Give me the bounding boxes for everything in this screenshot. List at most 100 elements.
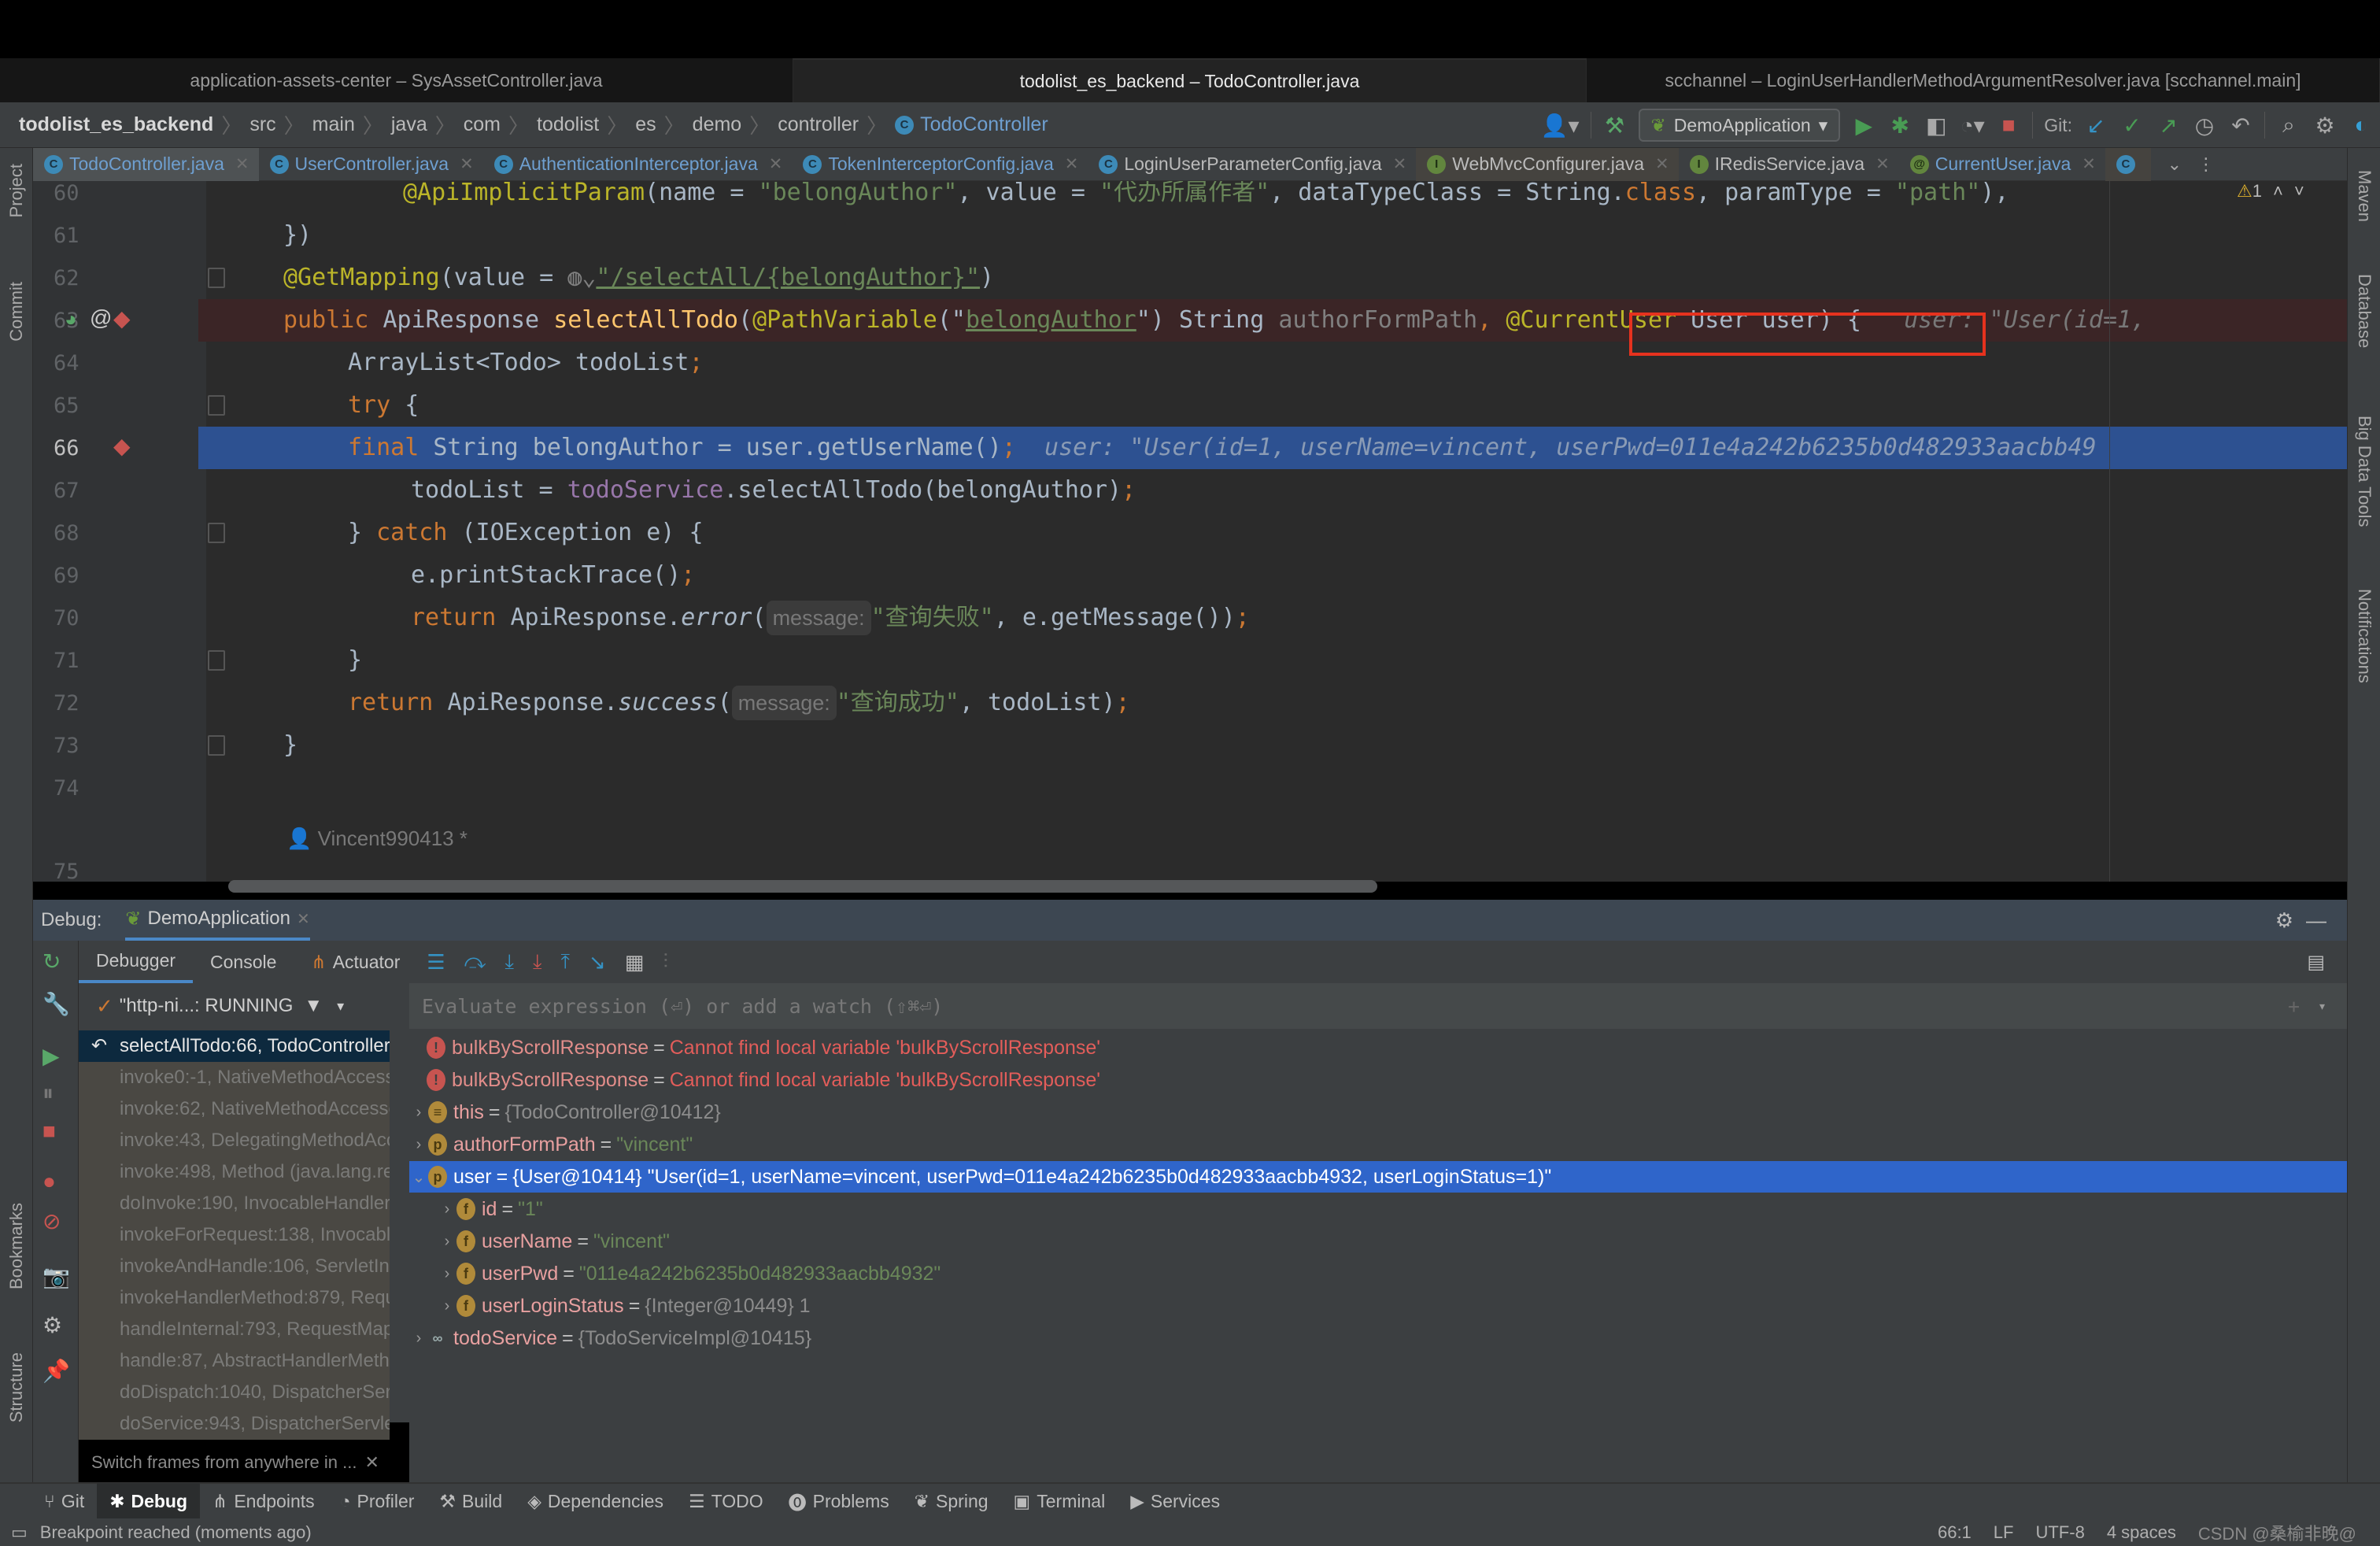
fold-marker[interactable] (208, 268, 225, 288)
editor-horizontal-scrollbar[interactable] (228, 880, 1377, 893)
fold-marker[interactable] (208, 650, 225, 671)
gear-icon[interactable]: ⚙ (2312, 113, 2338, 139)
step-over-icon[interactable]: ⤼ (464, 949, 486, 975)
expand-icon[interactable]: › (409, 1330, 428, 1348)
add-watch-icon[interactable]: + (2288, 995, 2300, 1018)
tool-tab-services[interactable]: ▶ Services (1118, 1483, 1232, 1519)
tool-maven[interactable]: Maven (2354, 170, 2374, 222)
git-push-icon[interactable]: ↗ (2156, 113, 2181, 139)
history-icon[interactable]: ◷ (2192, 113, 2217, 139)
tool-big-data-tools[interactable]: Big Data Tools (2354, 416, 2374, 527)
breakpoint-icon[interactable]: ◆ (113, 433, 131, 459)
chevron-down-icon[interactable]: ▾ (2318, 998, 2326, 1015)
coverage-icon[interactable]: ◧ (1924, 113, 1949, 139)
expand-icon[interactable]: › (409, 1136, 428, 1154)
rerun-icon[interactable]: ↻ (42, 949, 61, 975)
tab-console[interactable]: Console (193, 941, 294, 983)
tool-tab-endpoints[interactable]: ⋔ Endpoints (200, 1483, 327, 1519)
breadcrumb-es[interactable]: es (635, 113, 656, 136)
editor-tab[interactable]: @ CurrentUser.java ✕ (1899, 148, 2105, 181)
trace-icon[interactable]: ⫶ (663, 949, 668, 975)
close-icon[interactable]: ✕ (364, 1452, 379, 1473)
user-icon[interactable]: 👤▾ (1541, 113, 1580, 139)
variable-row[interactable]: ⌄ p user = {User@10414} "User(id=1, userName… (409, 1161, 2347, 1193)
editor-tab[interactable]: C UserController.java ✕ (259, 148, 483, 181)
frame-item[interactable]: invokeAndHandle:106, ServletInvocableHan… (79, 1251, 390, 1282)
gear-icon[interactable]: ⚙ (2275, 908, 2293, 933)
tab-debugger[interactable]: Debugger (79, 941, 194, 983)
spring-endpoint-icon[interactable]: ◕ (65, 307, 77, 331)
breadcrumb-java[interactable]: java (391, 113, 427, 136)
force-step-into-icon[interactable]: ⤓ (533, 949, 542, 975)
step-into-icon[interactable]: ⤓ (504, 949, 514, 975)
variable-row[interactable]: › ∞ todoService = {TodoServiceImpl@10415} (409, 1322, 2347, 1354)
expand-icon[interactable]: › (409, 1104, 428, 1122)
expand-icon[interactable]: › (438, 1265, 456, 1283)
build-hammer-icon[interactable]: ⚒ (1602, 113, 1628, 139)
stop-icon[interactable]: ■ (42, 1119, 56, 1144)
mute-breakpoints-icon[interactable]: ⊘ (42, 1208, 61, 1234)
variable-row[interactable]: › f userName = "vincent" (409, 1226, 2347, 1257)
window-tab-assets-center[interactable]: application-assets-center – SysAssetCont… (0, 58, 793, 102)
wrench-icon[interactable]: 🔧 (42, 991, 70, 1017)
breadcrumb-todolist[interactable]: todolist (537, 113, 599, 136)
file-encoding[interactable]: UTF-8 (2035, 1522, 2084, 1543)
chevron-down-icon[interactable]: ▾ (337, 998, 344, 1015)
tool-tab-git[interactable]: ⑂ Git (31, 1483, 97, 1519)
close-icon[interactable]: ✕ (1065, 154, 1079, 174)
editor-tab[interactable]: I IRedisService.java ✕ (1679, 148, 1899, 181)
close-icon[interactable]: ✕ (2082, 154, 2096, 174)
frame-item[interactable]: doService:943, DispatcherServlet (79, 1408, 390, 1440)
evaluate-expression-input[interactable]: Evaluate expression (⏎) or add a watch (… (409, 983, 2347, 1029)
filter-icon[interactable]: ▼ (304, 995, 323, 1017)
view-breakpoints-icon[interactable]: ● (42, 1169, 56, 1194)
tool-tab-problems[interactable]: ⓿ Problems (776, 1483, 902, 1519)
expand-icon[interactable]: › (438, 1200, 456, 1219)
more-options-icon[interactable]: ⋮ (2193, 154, 2219, 175)
evaluate-expression-icon[interactable]: ▦ (625, 950, 645, 975)
editor-tab-overflow[interactable]: C (2105, 147, 2151, 181)
debug-session-tab[interactable]: ❦ DemoApplication ✕ (125, 900, 310, 941)
frame-item[interactable]: handleInternal:793, RequestMappingHandle… (79, 1314, 390, 1345)
caret-position[interactable]: 66:1 (1938, 1522, 1972, 1543)
close-icon[interactable]: ✕ (297, 909, 310, 929)
frame-item[interactable]: handle:87, AbstractHandlerMethodAdapter (79, 1345, 390, 1377)
variable-row[interactable]: › f userPwd = "011e4a242b6235b0d482933aacbb4… (409, 1258, 2347, 1289)
breadcrumb-controller[interactable]: controller (778, 113, 859, 136)
breakpoint-icon[interactable]: ◆ (113, 305, 131, 331)
frame-item-current[interactable]: ↶ selectAllTodo:66, TodoController (79, 1030, 390, 1062)
variable-row[interactable]: › p authorFormPath = "vincent" (409, 1129, 2347, 1160)
line-separator[interactable]: LF (1994, 1522, 2014, 1543)
settings-icon[interactable]: ⚙ (42, 1312, 62, 1338)
minimize-icon[interactable]: — (2306, 908, 2326, 933)
breadcrumb-src[interactable]: src (249, 113, 275, 136)
fold-marker[interactable] (208, 523, 225, 543)
tool-bookmarks[interactable]: Bookmarks (6, 1203, 27, 1289)
editor-tab[interactable]: C AuthenticationInterceptor.java ✕ (483, 148, 793, 181)
stop-icon[interactable]: ■ (1996, 113, 2021, 138)
run-to-cursor-icon[interactable]: ↘ (589, 950, 606, 975)
fold-marker[interactable] (208, 735, 225, 756)
indent-setting[interactable]: 4 spaces (2107, 1522, 2176, 1543)
plugin-logo-icon[interactable]: ◐ (2349, 113, 2374, 138)
close-icon[interactable]: ✕ (460, 154, 474, 174)
git-commit-icon[interactable]: ✓ (2119, 113, 2145, 139)
breadcrumb-project[interactable]: todolist_es_backend (19, 113, 213, 136)
tool-tab-spring[interactable]: ❦ Spring (902, 1483, 1001, 1519)
tool-tab-dependencies[interactable]: ◈ Dependencies (515, 1483, 676, 1519)
toggle-tool-windows-icon[interactable]: ▭ (11, 1522, 28, 1543)
window-tab-todolist[interactable]: todolist_es_backend – TodoController.jav… (793, 58, 1587, 102)
expand-icon[interactable]: › (438, 1233, 456, 1251)
resume-icon[interactable]: ▶ (42, 1043, 60, 1069)
tool-structure[interactable]: Structure (6, 1352, 27, 1422)
editor-tab[interactable]: C TokenInterceptorConfig.java ✕ (792, 148, 1088, 181)
chevron-up-icon[interactable]: ˄ (2273, 181, 2283, 201)
tool-commit[interactable]: Commit (6, 282, 27, 342)
variable-row[interactable]: ! bulkByScrollResponse = Cannot find local … (409, 1032, 2347, 1063)
editor-tab[interactable]: C TodoController.java ✕ (33, 147, 259, 181)
expand-icon[interactable]: › (438, 1297, 456, 1315)
step-out-icon[interactable]: ⤒ (560, 949, 570, 975)
tabs-dropdown-icon[interactable]: ⌄ (2162, 154, 2187, 175)
show-execution-point-icon[interactable]: ☰ (427, 950, 445, 975)
frame-item[interactable]: invokeHandlerMethod:879, RequestMappingH… (79, 1282, 390, 1314)
